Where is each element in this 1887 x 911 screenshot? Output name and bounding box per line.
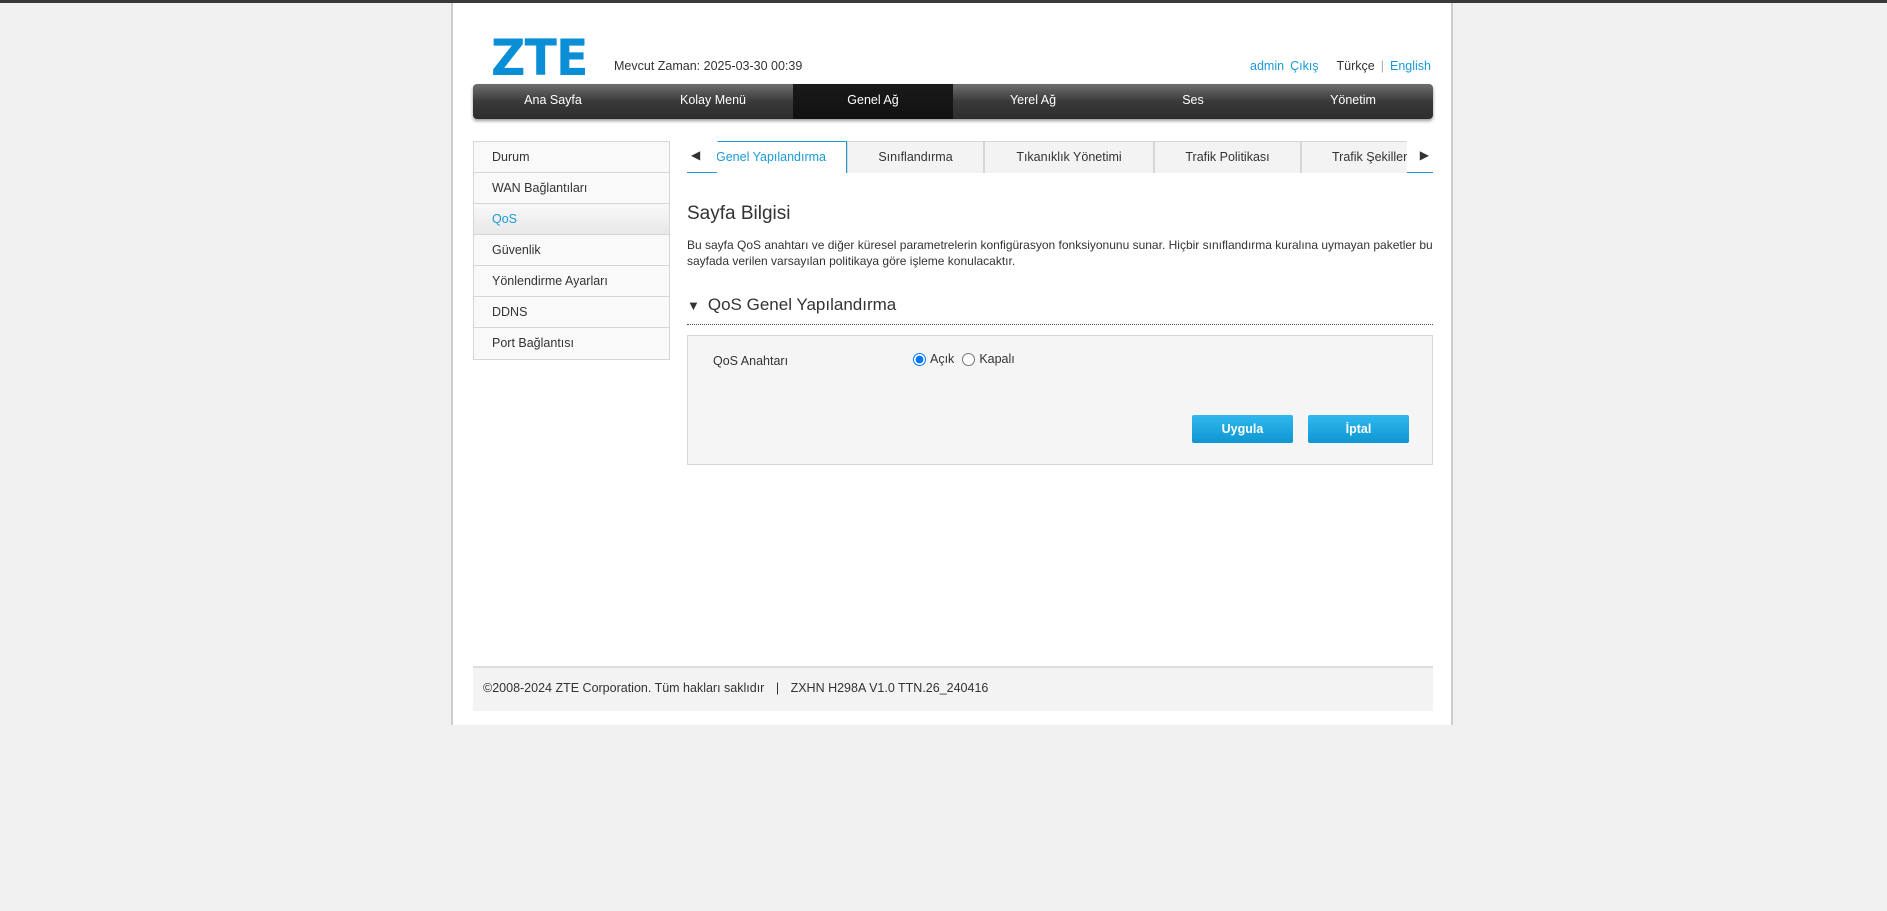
sidebar: Durum WAN Bağlantıları QoS Güvenlik Yönl… bbox=[473, 141, 670, 360]
footer-separator: | bbox=[775, 681, 780, 695]
apply-button[interactable]: Uygula bbox=[1192, 415, 1293, 443]
sidebar-item-durum[interactable]: Durum bbox=[474, 142, 669, 173]
footer: ©2008-2024 ZTE Corporation. Tüm hakları … bbox=[473, 666, 1433, 711]
lang-turkish: Türkçe bbox=[1336, 59, 1375, 73]
tab-siniflandirma[interactable]: Sınıflandırma bbox=[847, 141, 984, 173]
radio-kapali[interactable] bbox=[962, 352, 976, 366]
nav-ses[interactable]: Ses bbox=[1113, 84, 1273, 119]
radio-acik[interactable] bbox=[913, 352, 926, 366]
nav-ana-sayfa[interactable]: Ana Sayfa bbox=[473, 84, 633, 119]
tab-tikaniklik[interactable]: Tıkanıklık Yönetimi bbox=[984, 141, 1154, 173]
nav-yonetim[interactable]: Yönetim bbox=[1273, 84, 1433, 119]
page-container: ZTE Mevcut Zaman: 2025-03-30 00:39 admin… bbox=[451, 3, 1453, 725]
sidebar-item-yonlendirme[interactable]: Yönlendirme Ayarları bbox=[474, 266, 669, 297]
qos-settings-box: QoS Anahtarı Açık Kapalı Uygula İptal bbox=[687, 335, 1433, 465]
section-header[interactable]: ▼ QoS Genel Yapılandırma bbox=[687, 295, 1433, 325]
nav-kolay-menu[interactable]: Kolay Menü bbox=[633, 84, 793, 119]
cancel-button[interactable]: İptal bbox=[1308, 415, 1409, 443]
lang-english[interactable]: English bbox=[1390, 59, 1431, 73]
tab-genel-yapilandirma[interactable]: Genel Yapılandırma bbox=[717, 141, 847, 173]
tab-scroll-left-icon[interactable]: ◀ bbox=[691, 148, 700, 162]
qos-switch-radios: Açık Kapalı bbox=[913, 352, 1015, 366]
tab-bar: ◀ Genel Yapılandırma Sınıflandırma Tıkan… bbox=[687, 141, 1433, 173]
qos-switch-label: QoS Anahtarı bbox=[713, 354, 789, 368]
radio-kapali-label: Kapalı bbox=[979, 352, 1015, 366]
page-title: Sayfa Bilgisi bbox=[687, 203, 791, 224]
collapse-triangle-icon: ▼ bbox=[687, 298, 700, 313]
tab-scroll-right-icon[interactable]: ▶ bbox=[1420, 148, 1429, 162]
admin-link[interactable]: admin bbox=[1250, 59, 1284, 73]
radio-acik-label: Açık bbox=[930, 352, 955, 366]
nav-genel-ag[interactable]: Genel Ağ bbox=[793, 84, 953, 119]
firmware-version: ZXHN H298A V1.0 TTN.26_240416 bbox=[790, 681, 989, 695]
tab-trafik-politikasi[interactable]: Trafik Politikası bbox=[1154, 141, 1301, 173]
sidebar-item-ddns[interactable]: DDNS bbox=[474, 297, 669, 328]
sidebar-item-guvenlik[interactable]: Güvenlik bbox=[474, 235, 669, 266]
sidebar-item-qos[interactable]: QoS bbox=[474, 204, 669, 235]
main-nav: Ana Sayfa Kolay Menü Genel Ağ Yerel Ağ S… bbox=[473, 84, 1433, 119]
page-description: Bu sayfa QoS anahtarı ve diğer küresel p… bbox=[687, 238, 1433, 268]
zte-logo: ZTE bbox=[491, 29, 588, 87]
section-title: QoS Genel Yapılandırma bbox=[707, 295, 897, 314]
top-links: admin Çıkış Türkçe | English bbox=[1250, 59, 1431, 73]
logout-link[interactable]: Çıkış bbox=[1290, 59, 1318, 73]
sidebar-item-port[interactable]: Port Bağlantısı bbox=[474, 328, 669, 359]
tab-trafik-sekillendirme[interactable]: Trafik Şekillendirme bbox=[1301, 141, 1407, 173]
sidebar-item-wan[interactable]: WAN Bağlantıları bbox=[474, 173, 669, 204]
copyright: ©2008-2024 ZTE Corporation. Tüm hakları … bbox=[483, 681, 765, 695]
nav-yerel-ag[interactable]: Yerel Ağ bbox=[953, 84, 1113, 119]
current-time: Mevcut Zaman: 2025-03-30 00:39 bbox=[614, 59, 803, 73]
lang-separator: | bbox=[1380, 59, 1384, 73]
